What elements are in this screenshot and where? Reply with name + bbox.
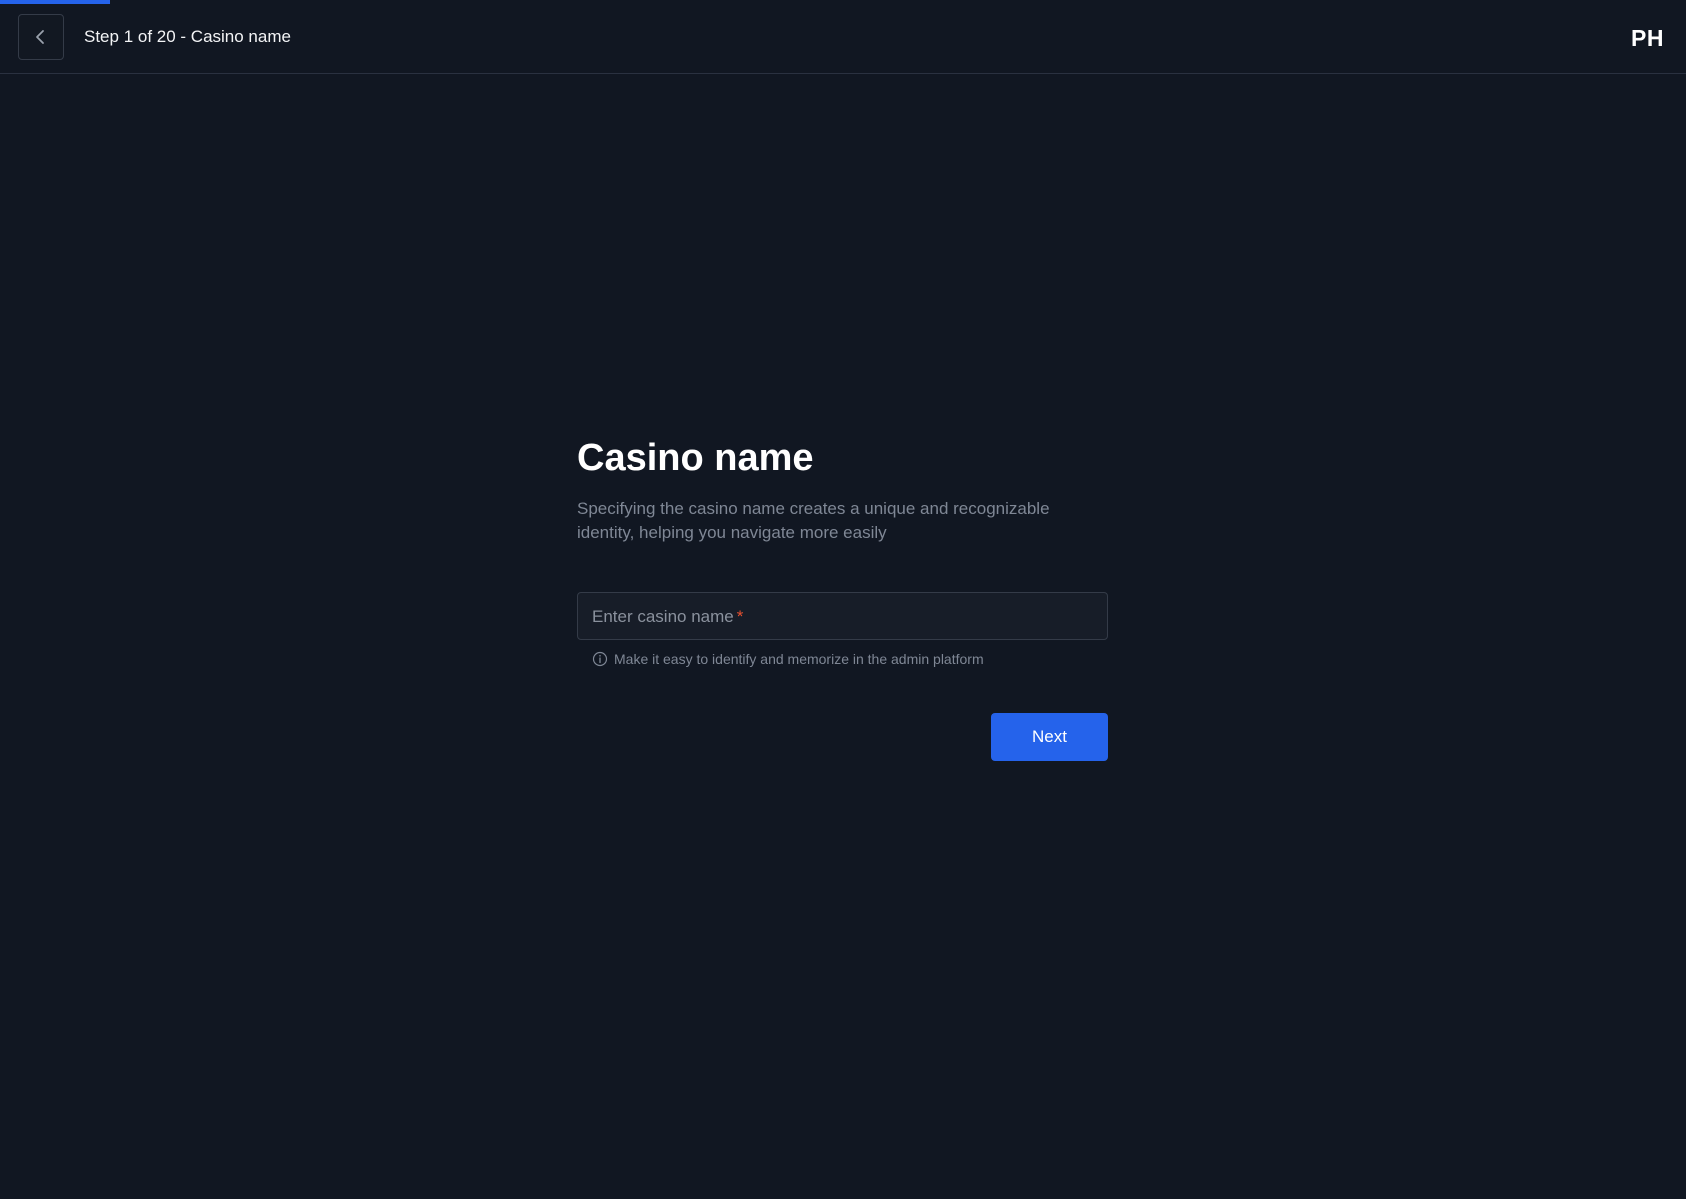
field-hint: Make it easy to identify and memorize in… (592, 650, 1108, 668)
avatar[interactable]: PH (1631, 22, 1664, 54)
casino-name-input[interactable] (578, 593, 1107, 639)
chevron-left-icon (34, 29, 48, 45)
top-header: Step 1 of 20 - Casino name PH (0, 0, 1686, 74)
field-hint-text: Make it easy to identify and memorize in… (614, 651, 984, 667)
step-title: Step 1 of 20 - Casino name (84, 27, 291, 46)
next-button[interactable]: Next (991, 713, 1108, 761)
casino-name-form: Casino name Specifying the casino name c… (577, 430, 1108, 761)
casino-name-field[interactable]: Enter casino name * (577, 592, 1108, 640)
info-circle-icon (592, 651, 608, 667)
page-description: Specifying the casino name creates a uni… (577, 499, 1050, 542)
back-button[interactable] (18, 14, 64, 60)
form-actions: Next (577, 713, 1108, 761)
page-title: Casino name (577, 437, 814, 479)
